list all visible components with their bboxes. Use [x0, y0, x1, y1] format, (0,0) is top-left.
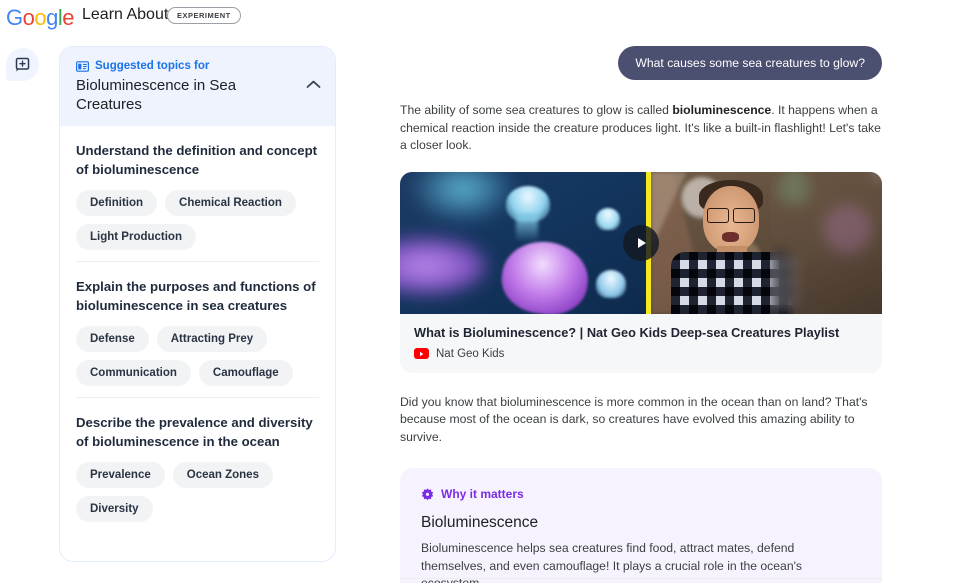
topic-chip[interactable]: Prevalence	[76, 462, 165, 488]
youtube-icon	[414, 348, 429, 359]
topic-chip[interactable]: Chemical Reaction	[165, 190, 296, 216]
app-header: Google Learn About EXPERIMENT	[0, 0, 960, 34]
answer-paragraph-1: The ability of some sea creatures to glo…	[400, 102, 882, 155]
play-icon	[637, 237, 646, 248]
jellyfish-glow-blur	[400, 237, 486, 294]
why-it-matters-title: Bioluminescence	[421, 514, 539, 531]
suggested-topics-title: Bioluminescence in Sea Creatures	[76, 77, 237, 113]
note-add-icon	[15, 57, 29, 71]
answer-p1-bold: bioluminescence	[672, 103, 772, 117]
video-title: What is Bioluminescence? | Nat Geo Kids …	[414, 324, 840, 340]
user-question-bubble: What causes some sea creatures to glow?	[618, 46, 882, 80]
topic-question: Describe the prevalence and diversity of…	[76, 415, 313, 449]
sparkle-burst-icon	[421, 487, 434, 500]
topic-chip[interactable]: Definition	[76, 190, 158, 216]
topic-question: Explain the purposes and functions of bi…	[76, 279, 316, 313]
jellyfish-small-blue	[596, 207, 620, 230]
flashcard-icon	[76, 60, 89, 72]
content-divider	[400, 578, 882, 579]
jellyfish-purple	[497, 235, 593, 314]
user-question-row: What causes some sea creatures to glow?	[400, 46, 882, 80]
thumbnail-presenter-scene	[650, 171, 882, 314]
topic-chip-list: Prevalence Ocean Zones Diversity	[76, 462, 319, 522]
chevron-up-icon	[306, 80, 321, 88]
video-channel-row: Nat Geo Kids	[414, 348, 868, 360]
video-card[interactable]: What is Bioluminescence? | Nat Geo Kids …	[400, 171, 882, 373]
answer-column: What causes some sea creatures to glow? …	[400, 46, 882, 583]
topic-chip-list: Definition Chemical Reaction Light Produ…	[76, 190, 319, 250]
why-it-matters-label: Why it matters	[441, 487, 524, 501]
why-it-matters-card: Why it matters Bioluminescence Biolumine…	[400, 468, 882, 583]
collapse-toggle[interactable]	[306, 76, 321, 94]
google-logo: Google	[6, 5, 75, 30]
topic-group: Explain the purposes and functions of bi…	[76, 261, 319, 397]
suggested-topics-label: Suggested topics for	[95, 60, 210, 72]
answer-paragraph-2: Did you know that bioluminescence is mor…	[400, 394, 868, 444]
thumbnail-ocean-scene	[400, 171, 646, 314]
jellyfish-small-bottom	[596, 269, 626, 298]
topic-chip[interactable]: Camouflage	[198, 360, 293, 386]
jellyfish-blue	[506, 185, 550, 242]
water-glow-blur	[408, 171, 518, 224]
suggested-topics-body: Understand the definition and concept of…	[60, 126, 335, 533]
answer-p1-before: The ability of some sea creatures to glo…	[400, 103, 673, 117]
presenter-glasses	[706, 207, 755, 223]
suggested-topics-header: Suggested topics for Bioluminescence in …	[60, 47, 335, 126]
topic-group: Describe the prevalence and diversity of…	[76, 397, 319, 533]
topic-chip[interactable]: Ocean Zones	[172, 462, 273, 488]
learn-about-page: Google Learn About EXPERIMENT Suggested …	[0, 0, 960, 583]
topic-chip[interactable]: Diversity	[76, 496, 153, 522]
topic-chip-list: Defense Attracting Prey Communication Ca…	[76, 326, 319, 386]
video-meta: What is Bioluminescence? | Nat Geo Kids …	[400, 314, 882, 373]
topic-question: Understand the definition and concept of…	[76, 143, 318, 177]
suggested-topics-card: Suggested topics for Bioluminescence in …	[59, 46, 336, 562]
video-channel-name: Nat Geo Kids	[436, 347, 505, 360]
play-button[interactable]	[623, 224, 659, 261]
video-thumbnail[interactable]	[400, 171, 882, 314]
topic-chip[interactable]: Communication	[76, 360, 191, 386]
topic-group: Understand the definition and concept of…	[76, 126, 319, 261]
presenter-mouth	[721, 231, 739, 242]
thumbnail-blur-edge	[770, 171, 882, 314]
product-name: Learn About	[82, 6, 169, 23]
why-it-matters-body: Bioluminescence helps sea creatures find…	[421, 541, 803, 583]
topic-chip[interactable]: Defense	[76, 326, 149, 352]
topic-chip[interactable]: Attracting Prey	[156, 326, 268, 352]
experiment-badge: EXPERIMENT	[167, 7, 241, 24]
topic-chip[interactable]: Light Production	[76, 224, 196, 250]
suggested-topics-label-row: Suggested topics for	[76, 60, 319, 72]
why-it-matters-label-row: Why it matters	[421, 487, 861, 501]
note-add-button[interactable]	[6, 48, 39, 81]
